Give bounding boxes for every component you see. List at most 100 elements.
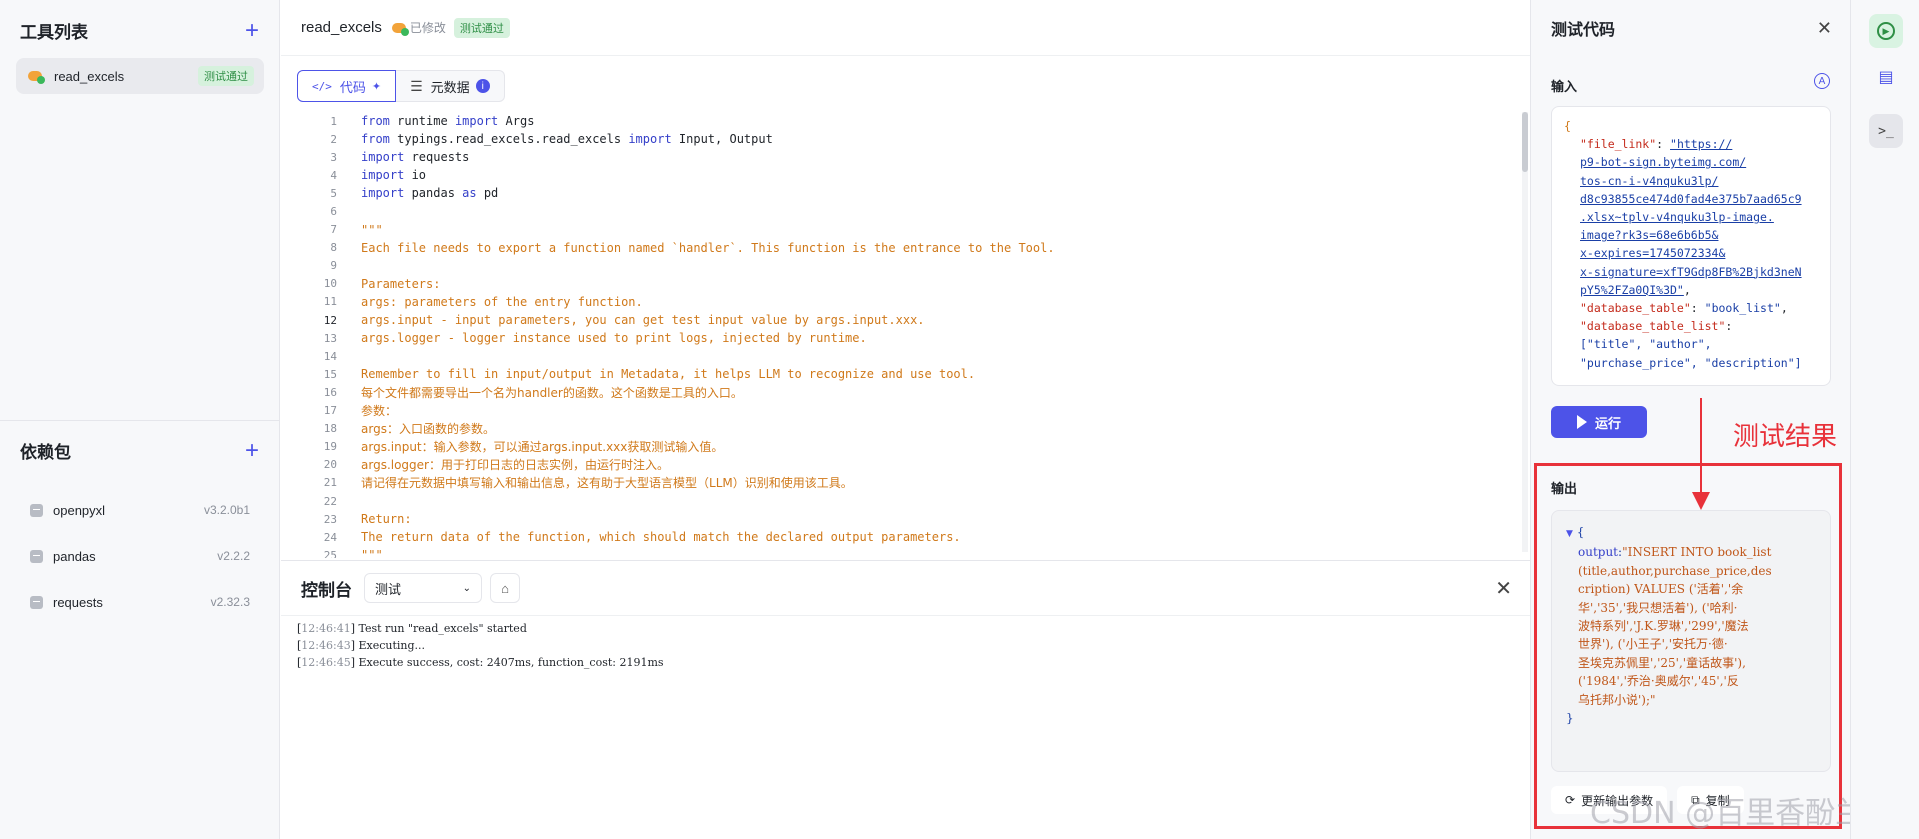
code-line: 4 import io xyxy=(297,166,1517,184)
tab-metadata[interactable]: ☰ 元数据 i xyxy=(396,70,505,102)
file-name: read_excels xyxy=(301,19,382,36)
line-number: 9 xyxy=(330,259,337,273)
play-circle-icon: ▶ xyxy=(1877,22,1895,40)
json-link[interactable]: "https:// xyxy=(1670,137,1732,151)
log-row: [12:46:45] Execute success, cost: 2407ms… xyxy=(297,656,664,669)
line-number: 24 xyxy=(323,530,337,544)
code-editor[interactable]: 1 from runtime import Args 2 from typings.r… xyxy=(297,112,1517,558)
deps-header: 依赖包 + xyxy=(20,438,259,463)
package-icon xyxy=(30,595,43,609)
json-link[interactable]: .xlsx~tplv-v4nquku3lp-image. xyxy=(1580,210,1774,224)
code-line: 11 args: parameters of the entry function… xyxy=(297,293,1517,311)
dependency-item[interactable]: openpyxl v3.2.0b1 xyxy=(16,487,264,533)
console-mode-select[interactable]: 测试 ⌄ xyxy=(364,573,482,603)
input-json-editor[interactable]: { "file_link": "https:// p9-bot-sign.byt… xyxy=(1551,106,1831,386)
line-number: 16 xyxy=(323,385,337,399)
tab-code-label: 代码 xyxy=(339,79,366,95)
tab-code[interactable]: </> 代码 ✦ xyxy=(297,70,397,102)
ai-generate-icon[interactable]: A xyxy=(1814,73,1830,89)
status-badge: 测试通过 xyxy=(453,17,510,38)
test-panel-title: 测试代码 xyxy=(1551,22,1616,39)
line-number: 5 xyxy=(330,186,337,200)
close-test-panel-icon[interactable]: ✕ xyxy=(1817,18,1832,39)
code-text: """ xyxy=(361,222,383,237)
cloud-sync-icon xyxy=(391,22,409,36)
code-line: 14 xyxy=(297,347,1517,365)
code-text: The return data of the function, which s… xyxy=(361,530,961,545)
dependency-item[interactable]: requests v2.32.3 xyxy=(16,579,264,625)
run-test-rail-button[interactable]: ▶ xyxy=(1869,14,1903,48)
line-number: 6 xyxy=(330,205,337,219)
right-rail: ▶ ▤ >_ xyxy=(1850,0,1919,839)
json-key: "database_table_list" xyxy=(1580,319,1726,334)
code-line: 6 xyxy=(297,202,1517,220)
line-number: 3 xyxy=(330,150,337,164)
code-line: 15 Remember to fill in input/output in Me… xyxy=(297,365,1517,383)
code-line: 24 The return data of the function, which… xyxy=(297,528,1517,546)
line-number: 25 xyxy=(323,548,337,558)
input-label: 输入 xyxy=(1551,79,1578,94)
code-text: args.logger - logger instance used to pr… xyxy=(361,331,867,346)
close-console-icon[interactable]: ✕ xyxy=(1495,576,1512,601)
add-dependency-button[interactable]: + xyxy=(245,438,259,462)
test-panel-header: 测试代码 ✕ xyxy=(1531,0,1850,56)
app-root: 工具列表 + read_excels 测试通过 依赖包 + openpyxl v… xyxy=(0,0,1919,839)
broom-icon: ⌂ xyxy=(501,580,509,596)
code-text: args.input：输入参数，可以通过args.input.xxx获取测试输入… xyxy=(361,440,724,455)
tools-title: 工具列表 xyxy=(20,23,88,42)
console-panel: 控制台 测试 ⌄ ⌂ ✕ [12:46:41] Test run "read_e… xyxy=(281,560,1530,839)
cloud-check-icon xyxy=(28,68,45,84)
code-line: 2 from typings.read_excels.read_excels im… xyxy=(297,130,1517,148)
json-link[interactable]: p9-bot-sign.byteimg.com/ xyxy=(1580,155,1746,169)
code-line: 9 xyxy=(297,257,1517,275)
line-number: 20 xyxy=(323,458,337,472)
code-line: 17 参数： xyxy=(297,402,1517,420)
tab-metadata-label: 元数据 xyxy=(430,79,470,95)
json-link[interactable]: pY5%2FZa0QI%3D" xyxy=(1580,283,1684,297)
status-badge: 测试通过 xyxy=(198,66,254,86)
add-tool-button[interactable]: + xyxy=(245,18,259,42)
code-text: args.logger：用于打印日志的日志实例，由运行时注入。 xyxy=(361,458,669,473)
code-line: 1 from runtime import Args xyxy=(297,112,1517,130)
dependency-item[interactable]: pandas v2.2.2 xyxy=(16,533,264,579)
json-link[interactable]: x-signature=xfT9Gdp8FB%2Bjkd3neN xyxy=(1580,265,1802,279)
code-text: import io xyxy=(361,168,427,183)
line-number: 7 xyxy=(330,223,337,237)
code-line: 19 args.input：输入参数，可以通过args.input.xxx获取测试… xyxy=(297,438,1517,456)
console-title: 控制台 xyxy=(301,580,352,600)
code-line: 25 """ xyxy=(297,546,1517,558)
editor-scrollbar[interactable] xyxy=(1522,112,1528,552)
code-text: args：入口函数的参数。 xyxy=(361,422,495,437)
code-line: 3 import requests xyxy=(297,148,1517,166)
sliders-icon: ☰ xyxy=(410,77,423,94)
monitor-rail-button[interactable]: ▤ xyxy=(1869,60,1903,94)
json-link[interactable]: image?rk3s=68e6b6b5& xyxy=(1580,228,1718,242)
dependency-name: requests xyxy=(53,594,103,610)
json-link[interactable]: tos-cn-i-v4nquku3lp/ xyxy=(1580,174,1718,188)
json-value: "book_list" xyxy=(1704,301,1781,316)
json-link[interactable]: x-expires=1745072334& xyxy=(1580,246,1725,260)
line-number: 8 xyxy=(330,241,337,255)
log-timestamp: 12:46:43 xyxy=(301,639,351,652)
line-number: 14 xyxy=(323,349,337,363)
dependency-list: openpyxl v3.2.0b1 pandas v2.2.2 requests… xyxy=(16,487,264,625)
tools-header: 工具列表 + xyxy=(20,18,259,43)
sparkle-icon: ✦ xyxy=(371,80,382,93)
dependency-version: v3.2.0b1 xyxy=(203,503,250,517)
line-number: 13 xyxy=(323,331,337,345)
code-line: 8 Each file needs to export a function na… xyxy=(297,239,1517,257)
dependency-name: openpyxl xyxy=(53,502,106,518)
code-text: """ xyxy=(361,548,383,558)
run-button[interactable]: 运行 xyxy=(1551,406,1647,438)
clear-console-button[interactable]: ⌂ xyxy=(490,573,520,603)
json-link[interactable]: d8c93855ce474d0fad4e375b7aad65c9 xyxy=(1580,192,1802,206)
info-icon: i xyxy=(475,79,490,93)
code-line: 18 args：入口函数的参数。 xyxy=(297,420,1517,438)
code-text: from runtime import Args xyxy=(361,114,535,129)
line-number: 18 xyxy=(323,422,337,436)
terminal-rail-button[interactable]: >_ xyxy=(1869,114,1903,148)
code-text: Each file needs to export a function nam… xyxy=(361,240,1055,255)
json-key: "file_link" xyxy=(1580,137,1657,152)
file-header: read_excels 已修改 测试通过 xyxy=(281,0,1530,56)
tool-item-read-excels[interactable]: read_excels 测试通过 xyxy=(16,58,264,94)
